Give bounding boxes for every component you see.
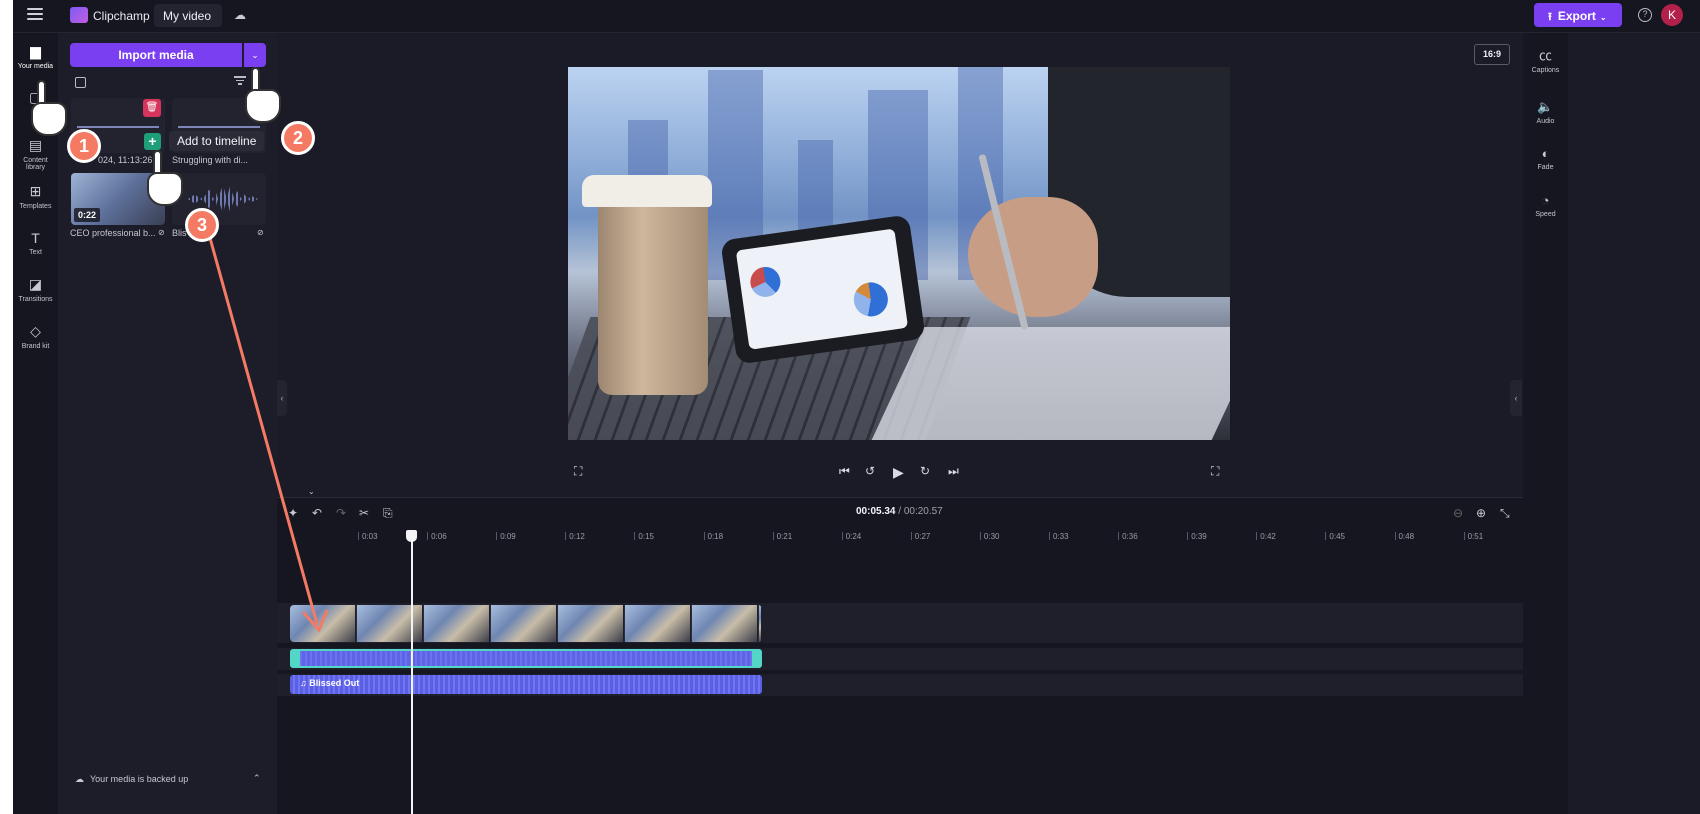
pointer-hand-icon <box>137 150 191 212</box>
step-badge: 3 <box>185 208 219 242</box>
clipchamp-app: Clipchamp My video ☁ ⭱ Export ⌄ ? K ▆ Your … <box>13 0 1700 814</box>
step-badge: 1 <box>67 129 101 163</box>
pointer-hand-icon <box>235 67 289 129</box>
pointer-hand-icon <box>21 80 75 142</box>
step-badge: 2 <box>281 121 315 155</box>
